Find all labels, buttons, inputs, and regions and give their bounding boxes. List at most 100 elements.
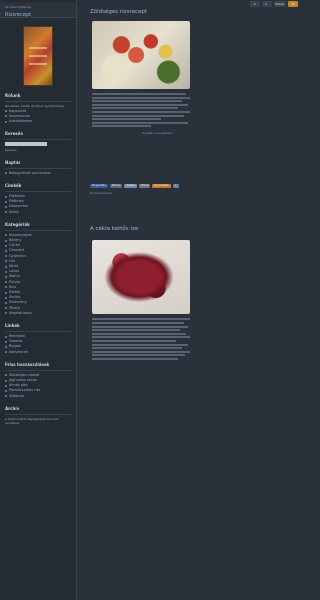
text-line	[92, 125, 151, 128]
text-line	[92, 93, 187, 95]
text-line	[92, 325, 189, 328]
main-content: Zöldséges rizsrecept Tovább a recepthez …	[80, 0, 298, 600]
post-title[interactable]: A cékla kettős íze	[90, 226, 298, 232]
post-photo[interactable]	[92, 240, 190, 315]
text-line	[92, 354, 186, 357]
book-decoration	[29, 55, 47, 57]
book-decoration	[29, 47, 47, 49]
text-line	[92, 121, 189, 124]
text-line	[92, 318, 190, 321]
site-header: Az oldal tartalma Rizsrecept	[0, 2, 76, 18]
text-line	[92, 336, 190, 339]
bullet-icon	[5, 255, 7, 258]
like-button[interactable]: Tetszik	[109, 184, 123, 189]
site-subtitle: Az oldal tartalma	[5, 5, 31, 9]
bullet-icon	[5, 265, 7, 268]
sidebar-section-archive: Archív A blog korábbi bejegyzései havont…	[5, 406, 71, 426]
text-line	[92, 329, 181, 332]
sidebar-section-search: Keresés Keresés	[5, 131, 71, 153]
read-more-link[interactable]: Tovább a recepthez »	[142, 130, 298, 136]
text-line	[92, 321, 185, 324]
section-title: Rólunk	[5, 93, 71, 102]
external-link[interactable]: Kedvencek	[5, 350, 71, 355]
text-line	[92, 118, 161, 121]
bullet-icon	[5, 395, 7, 398]
text-line	[92, 339, 177, 342]
bullet-icon	[5, 120, 7, 123]
sidebar-section-about: Rólunk Receptek, ételek és italok gyűjte…	[5, 93, 71, 124]
email-share-button[interactable]: Email	[139, 184, 151, 189]
post-photo[interactable]	[92, 21, 190, 89]
text-line	[92, 107, 179, 110]
sidebar-section-categories: Kategóriák Alapanyagok Bárány Csirke Des…	[5, 222, 71, 316]
bullet-icon	[5, 346, 7, 349]
post-body	[92, 318, 190, 360]
post-body	[92, 93, 190, 128]
section-title: Keresés	[5, 131, 71, 141]
text-line	[92, 110, 190, 113]
print-button[interactable]: Nyomtatás	[152, 184, 171, 189]
text-line	[92, 357, 179, 360]
text-line	[92, 100, 183, 103]
bullet-icon	[5, 234, 7, 237]
text-line	[92, 343, 189, 346]
share-bar: Megosztás Tetszik Twitter Email Nyomtatá…	[90, 184, 298, 189]
bullet-icon	[5, 115, 7, 118]
text-line	[92, 96, 190, 99]
section-title: Friss hozzászólások	[5, 362, 71, 371]
bullet-icon	[5, 335, 7, 338]
sidebar-link[interactable]: Bejegyzések archívuma	[5, 171, 71, 176]
bullet-icon	[5, 200, 7, 203]
search-link[interactable]: Keresés	[5, 148, 71, 153]
sidebar: Az oldal tartalma Rizsrecept Rólunk Rece…	[0, 0, 77, 600]
bullet-icon	[5, 312, 7, 315]
bullet-icon	[5, 244, 7, 247]
bullet-icon	[5, 390, 7, 393]
bullet-icon	[5, 291, 7, 294]
bullet-icon	[5, 195, 7, 198]
sidebar-section-calendar: Naptár Bejegyzések archívuma	[5, 160, 71, 176]
section-title: Naptár	[5, 160, 71, 169]
comment-link[interactable]: Tejberizs	[5, 394, 71, 399]
twitter-share-button[interactable]: Twitter	[124, 184, 138, 189]
more-share-button[interactable]: +	[172, 184, 179, 189]
bullet-icon	[5, 379, 7, 382]
book-decoration	[29, 63, 47, 65]
bullet-icon	[5, 239, 7, 242]
bullet-icon	[5, 211, 7, 214]
text-line	[92, 103, 189, 106]
section-title: Kategóriák	[5, 222, 71, 231]
sidebar-section-links: Linkek Receptek Gasztro Blogok Kedvencek	[5, 323, 71, 355]
bullet-icon	[5, 286, 7, 289]
comments-link[interactable]: Hozzászólások	[90, 190, 298, 196]
sidebar-section-recent-comments: Friss hozzászólások Zöldséges rizottó Jo…	[5, 362, 71, 399]
bullet-icon	[5, 270, 7, 273]
category-link[interactable]: Vegetáriánus	[5, 311, 71, 316]
bullet-icon	[5, 340, 7, 343]
text-line	[92, 332, 187, 335]
text-line	[92, 114, 185, 117]
bullet-icon	[5, 351, 7, 354]
bullet-icon	[5, 110, 7, 113]
bullet-icon	[5, 172, 7, 175]
post-title[interactable]: Zöldséges rizsrecept	[90, 9, 298, 15]
featured-book-image[interactable]	[23, 26, 53, 86]
archive-text: A blog korábbi bejegyzései havonta rende…	[5, 416, 59, 426]
section-title: Archív	[5, 406, 71, 415]
search-input[interactable]	[5, 142, 47, 147]
bullet-icon	[5, 260, 7, 263]
section-title: Linkek	[5, 323, 71, 333]
bullet-icon	[5, 307, 7, 310]
sidebar-link[interactable]: Adatvédelem	[5, 119, 71, 124]
bullet-icon	[5, 302, 7, 305]
facebook-share-button[interactable]: Megosztás	[90, 184, 108, 189]
tag-link[interactable]: Italok	[5, 210, 71, 215]
sidebar-section-tags: Címkék Előételek Főételek Desszertek Ita…	[5, 183, 71, 215]
bullet-icon	[5, 374, 7, 377]
bullet-icon	[5, 281, 7, 284]
section-title: Címkék	[5, 183, 71, 192]
bullet-icon	[5, 276, 7, 279]
site-name-link[interactable]: Rizsrecept	[5, 12, 71, 18]
bullet-icon	[5, 206, 7, 208]
text-line	[92, 350, 190, 353]
